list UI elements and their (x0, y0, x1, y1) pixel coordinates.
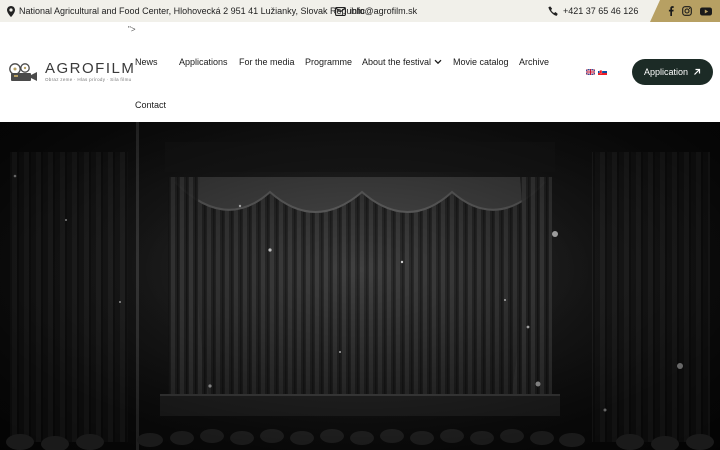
nav-contact[interactable]: Contact (135, 100, 166, 110)
email-link[interactable]: info@agrofilm.sk (335, 0, 417, 22)
stray-markup-text: "> (128, 25, 136, 34)
nav-programme[interactable]: Programme (305, 57, 352, 67)
nav-archive-label: Archive (519, 57, 550, 67)
nav-programme-label: Programme (305, 57, 353, 67)
english-flag-icon[interactable] (586, 69, 595, 75)
slovak-flag-icon[interactable] (598, 69, 607, 75)
address-text: National Agricultural and Food Center, H… (19, 6, 366, 16)
address-block: National Agricultural and Food Center, H… (7, 0, 365, 22)
site-header: "> AGROFILM Obraz zeme · Hlas prírody · … (0, 22, 720, 122)
nav-for-the-media-label: For the media (239, 57, 295, 67)
arrow-up-right-icon (694, 68, 701, 75)
phone-text: +421 37 65 46 126 (563, 6, 639, 16)
theater-stage-illustration (0, 122, 720, 450)
envelope-icon (335, 6, 346, 16)
nav-applications-label: Applications (179, 57, 228, 67)
chevron-down-icon (434, 59, 442, 65)
phone-icon (548, 5, 559, 17)
logo-wordmark: AGROFILM (45, 60, 136, 77)
nav-archive[interactable]: Archive (519, 57, 549, 67)
facebook-icon[interactable] (668, 6, 674, 16)
nav-news-label: News (135, 57, 158, 67)
nav-applications[interactable]: Applications (179, 57, 228, 67)
instagram-icon[interactable] (682, 6, 692, 16)
nav-for-the-media[interactable]: For the media (239, 57, 295, 67)
social-links (650, 0, 720, 22)
nav-news[interactable]: News (135, 57, 158, 67)
application-button-label: Application (643, 67, 689, 77)
location-pin-icon (7, 5, 15, 17)
nav-contact-label: Contact (135, 100, 167, 110)
nav-movie-catalog-label: Movie catalog (453, 57, 509, 67)
application-button[interactable]: Application (632, 59, 713, 85)
language-switcher (586, 69, 607, 75)
nav-about-the-festival[interactable]: About the festival (362, 57, 442, 67)
youtube-icon[interactable] (700, 7, 712, 16)
logo-tagline: Obraz zeme · Hlas prírody · Sila filmu (45, 77, 132, 82)
site-logo[interactable]: AGROFILM Obraz zeme · Hlas prírody · Sil… (8, 61, 135, 82)
nav-movie-catalog[interactable]: Movie catalog (453, 57, 509, 67)
phone-link[interactable]: +421 37 65 46 126 (548, 0, 638, 22)
email-text: info@agrofilm.sk (350, 6, 418, 16)
nav-about-the-festival-label: About the festival (362, 57, 432, 67)
top-info-bar: National Agricultural and Food Center, H… (0, 0, 720, 22)
film-camera-logo-icon (9, 62, 37, 81)
hero-theater-image (0, 122, 720, 450)
